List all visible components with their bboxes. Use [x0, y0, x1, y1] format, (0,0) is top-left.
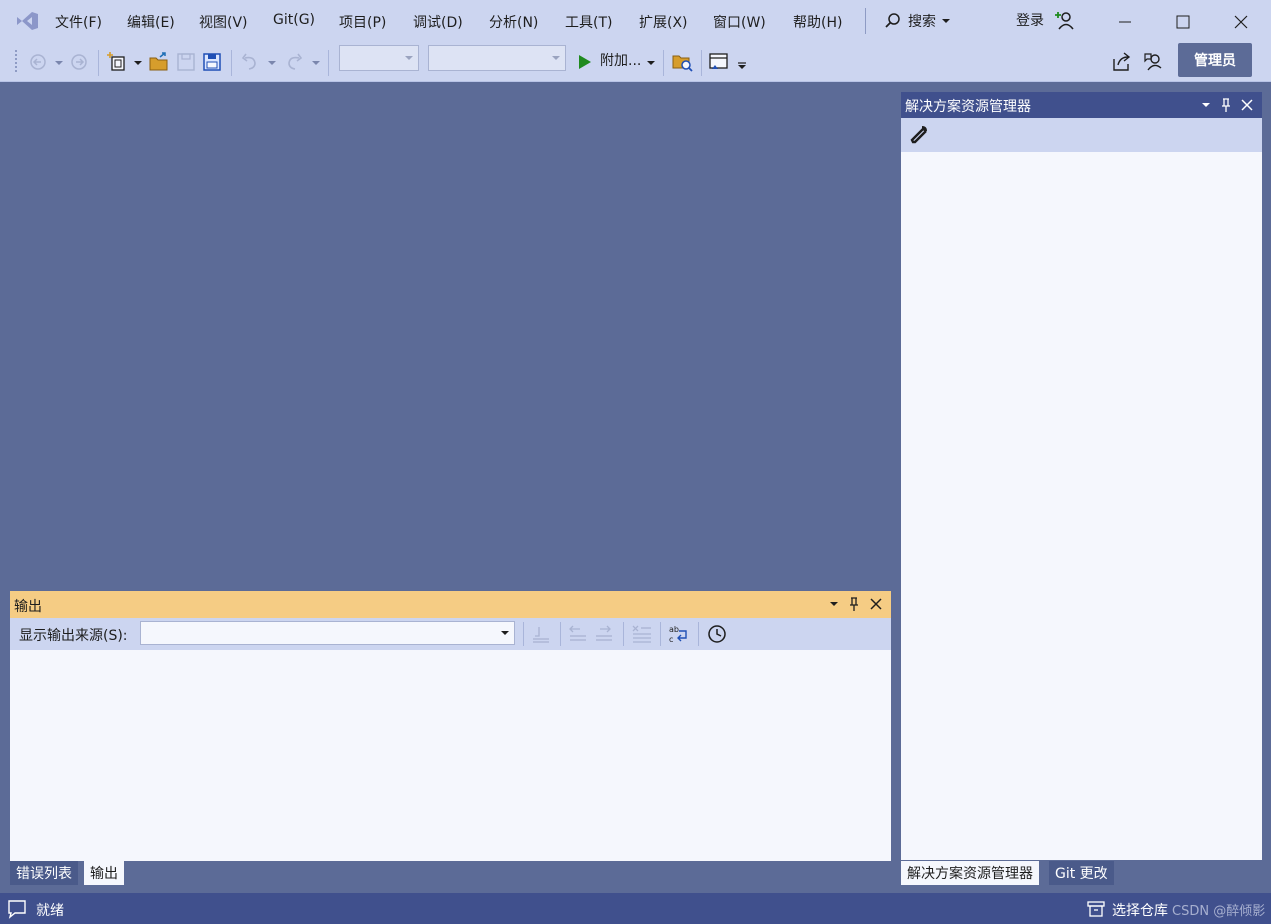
browser-link-icon[interactable] [707, 50, 731, 74]
start-debug-icon[interactable] [573, 50, 597, 74]
toolbar-grip-icon[interactable] [14, 48, 20, 76]
visual-studio-logo-icon [17, 12, 38, 30]
menu-tools[interactable]: 工具(T) [565, 12, 612, 32]
solution-platform-dropdown[interactable] [428, 45, 566, 71]
menu-extensions[interactable]: 扩展(X) [639, 12, 688, 32]
output-source-dropdown[interactable] [140, 621, 515, 645]
toolbar-separator [231, 50, 232, 76]
svg-text:c: c [669, 635, 673, 644]
next-message-icon[interactable] [592, 622, 616, 646]
menu-separator [865, 8, 866, 34]
tab-error-list-label: 错误列表 [16, 866, 72, 882]
tab-git-changes-label: Git 更改 [1055, 866, 1108, 882]
solution-explorer-title: 解决方案资源管理器 [905, 99, 1031, 115]
solution-explorer-toolbar [901, 118, 1262, 152]
toolbar-separator [560, 622, 561, 646]
menu-project[interactable]: 项目(P) [339, 12, 386, 32]
solution-explorer-header: 解决方案资源管理器 [901, 92, 1262, 118]
menu-analyze[interactable]: 分析(N) [489, 12, 538, 32]
live-share-icon[interactable] [1110, 50, 1134, 74]
clear-all-icon[interactable] [630, 622, 654, 646]
navigate-back-icon[interactable] [28, 50, 52, 74]
close-icon[interactable] [1239, 97, 1255, 113]
panel-menu-chevron-icon[interactable] [1198, 97, 1214, 113]
watermark-text: CSDN @醉倾影 [1172, 904, 1266, 919]
undo-dropdown-icon[interactable] [268, 60, 276, 66]
solution-configuration-dropdown[interactable] [339, 45, 419, 71]
title-menu-bar: 文件(F) 编辑(E) 视图(V) Git(G) 项目(P) 调试(D) 分析(… [0, 0, 1271, 44]
standard-toolbar: 附加... 管理员 [0, 43, 1271, 82]
maximize-button[interactable] [1169, 8, 1197, 36]
tab-output-label: 输出 [90, 866, 118, 882]
previous-message-icon[interactable] [566, 622, 590, 646]
menu-help[interactable]: 帮助(H) [793, 12, 842, 32]
minimize-button[interactable] [1111, 8, 1139, 36]
output-source-label: 显示输出来源(S): [19, 628, 128, 644]
svg-text:ab: ab [669, 625, 679, 634]
toolbar-overflow-icon[interactable] [737, 62, 747, 70]
open-folder-icon[interactable] [147, 50, 171, 74]
search-box[interactable]: 搜索 [884, 11, 950, 31]
menu-edit[interactable]: 编辑(E) [127, 12, 175, 32]
notification-icon[interactable] [6, 898, 28, 920]
output-panel-header: 输出 [10, 591, 891, 618]
login-link[interactable]: 登录 [1016, 10, 1044, 30]
redo-icon[interactable] [282, 50, 306, 74]
new-dropdown-icon[interactable] [134, 60, 142, 66]
back-dropdown-icon[interactable] [55, 60, 63, 66]
close-window-button[interactable] [1227, 8, 1255, 36]
menu-git[interactable]: Git(G) [273, 12, 315, 28]
tab-error-list[interactable]: 错误列表 [10, 861, 78, 885]
tab-git-changes[interactable]: Git 更改 [1049, 861, 1114, 885]
output-toolbar: 显示输出来源(S): ab c [10, 618, 891, 650]
pin-icon[interactable] [846, 596, 862, 612]
menu-window[interactable]: 窗口(W) [713, 12, 766, 32]
attach-button[interactable]: 附加... [600, 50, 641, 70]
feedback-icon[interactable] [1142, 50, 1166, 74]
panel-menu-chevron-icon[interactable] [826, 596, 842, 612]
toolbar-separator [623, 622, 624, 646]
output-panel: 输出 显示输出来源(S): ab c [10, 591, 891, 861]
toolbar-separator [98, 50, 99, 76]
chevron-down-icon [942, 19, 950, 23]
status-bar: 就绪 选择仓库 CSDN @醉倾影 [0, 893, 1271, 924]
word-wrap-icon[interactable]: ab c [667, 622, 691, 646]
new-project-icon[interactable] [106, 50, 130, 74]
toolbar-separator [698, 622, 699, 646]
close-icon[interactable] [868, 596, 884, 612]
search-label: 搜索 [908, 14, 936, 30]
status-text: 就绪 [36, 903, 64, 919]
pin-icon[interactable] [1218, 97, 1234, 113]
timestamp-clock-icon[interactable] [705, 622, 729, 646]
tab-solution-explorer-label: 解决方案资源管理器 [907, 866, 1033, 882]
repository-icon[interactable] [1086, 899, 1106, 919]
search-icon [885, 13, 900, 28]
admin-badge-button[interactable]: 管理员 [1178, 43, 1252, 77]
menu-debug[interactable]: 调试(D) [413, 12, 463, 32]
toolbar-separator [328, 50, 329, 76]
find-message-in-code-icon[interactable] [529, 622, 553, 646]
menu-view[interactable]: 视图(V) [199, 12, 248, 32]
redo-dropdown-icon[interactable] [312, 60, 320, 66]
properties-wrench-icon[interactable] [908, 123, 930, 145]
save-all-icon[interactable] [200, 50, 224, 74]
output-panel-title: 输出 [14, 599, 42, 615]
toolbar-separator [701, 50, 702, 76]
tab-output[interactable]: 输出 [84, 861, 124, 885]
select-repository-button[interactable]: 选择仓库 [1112, 900, 1168, 920]
add-user-icon[interactable] [1054, 9, 1076, 31]
toolbar-separator [523, 622, 524, 646]
tab-solution-explorer[interactable]: 解决方案资源管理器 [901, 861, 1039, 885]
toolbar-separator [660, 622, 661, 646]
solution-explorer-panel: 解决方案资源管理器 [901, 92, 1262, 860]
menu-file[interactable]: 文件(F) [55, 12, 102, 32]
undo-icon[interactable] [238, 50, 262, 74]
toolbar-separator [663, 50, 664, 76]
save-icon[interactable] [174, 50, 198, 74]
attach-dropdown-icon[interactable] [647, 60, 655, 66]
find-in-files-icon[interactable] [670, 50, 694, 74]
navigate-forward-icon[interactable] [66, 50, 90, 74]
